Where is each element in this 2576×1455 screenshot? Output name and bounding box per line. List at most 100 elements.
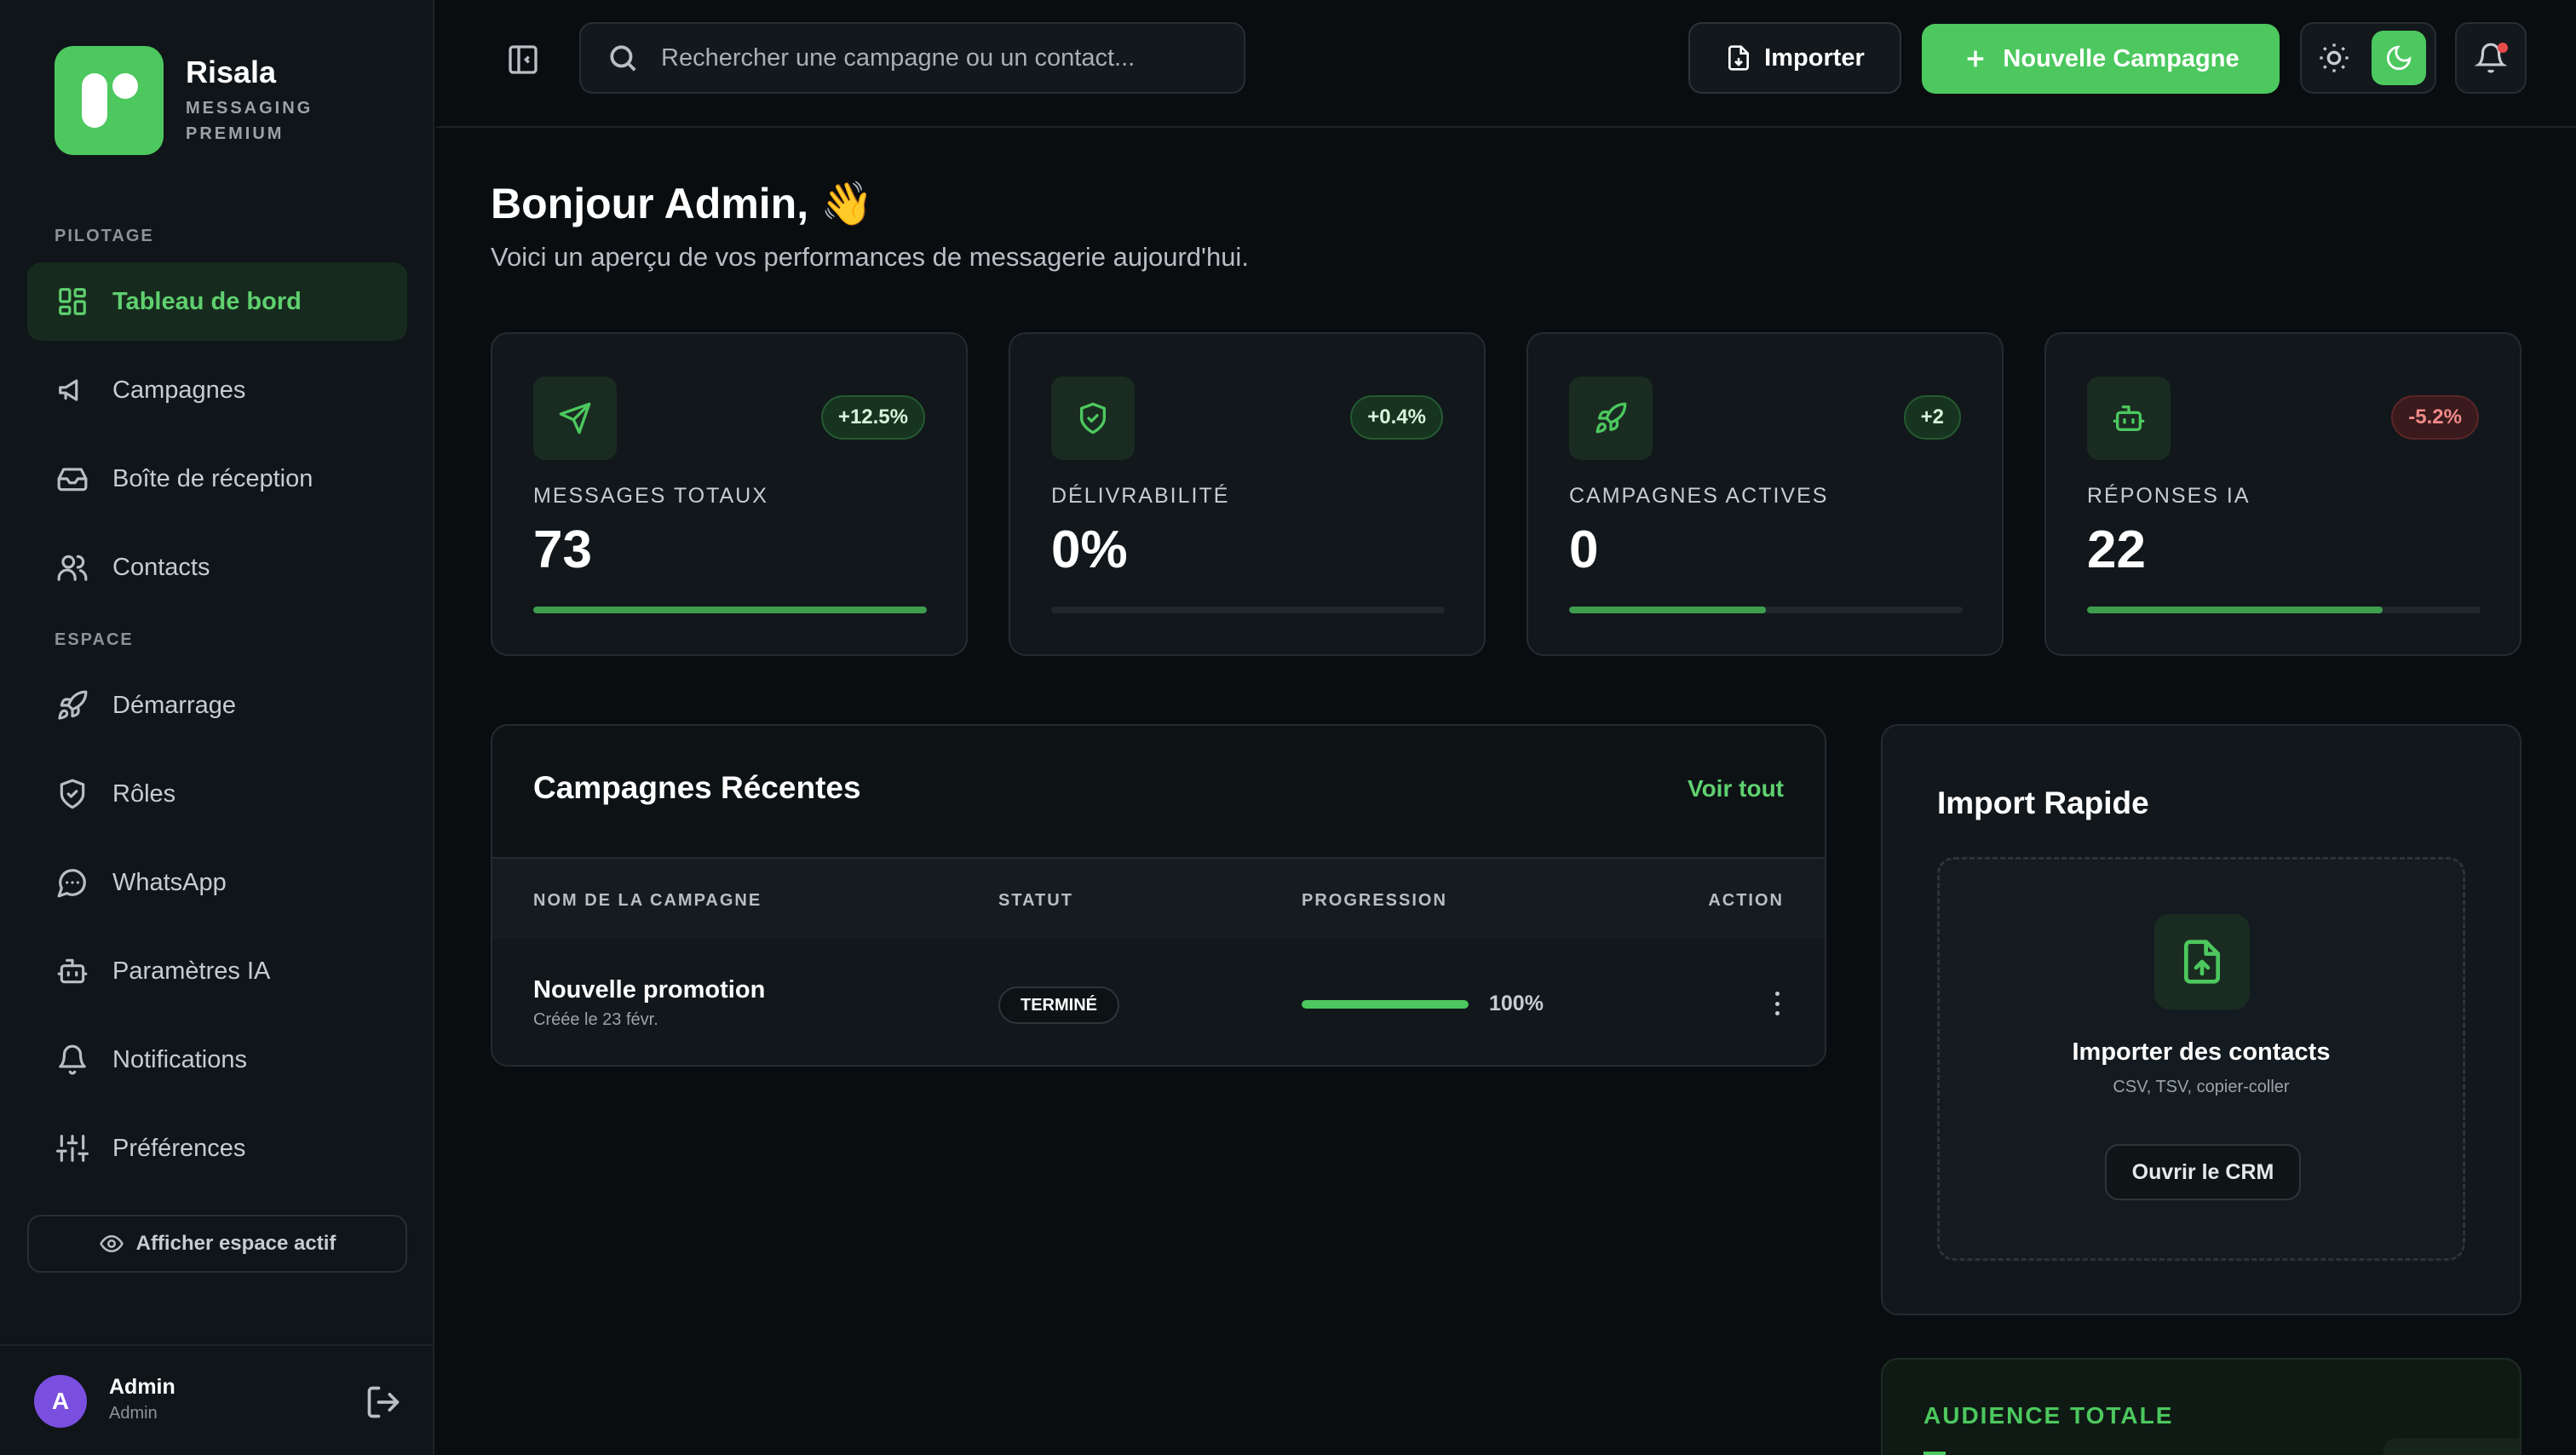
dark-theme-button[interactable] xyxy=(2372,31,2426,85)
quick-import-card: Import Rapide Importer des contacts CSV,… xyxy=(1881,724,2521,1315)
panel-left-icon xyxy=(509,45,538,74)
recent-campaigns-card: Campagnes Récentes Voir tout NOM DE LA C… xyxy=(491,724,1826,1067)
stat-card-messages: +12.5% MESSAGES TOTAUX 73 xyxy=(491,332,968,656)
file-upload-icon xyxy=(2154,914,2250,1009)
plus-icon xyxy=(1968,50,1984,67)
audience-accent-bar xyxy=(1923,1452,1946,1455)
sidebar-item-ai-settings[interactable]: Paramètres IA xyxy=(27,932,407,1010)
avatar[interactable]: A xyxy=(34,1375,87,1428)
sidebar-item-label: WhatsApp xyxy=(112,868,227,896)
stat-delta: +12.5% xyxy=(820,395,925,440)
new-campaign-button[interactable]: Nouvelle Campagne xyxy=(1922,24,2280,94)
column-header-action: ACTION xyxy=(1708,891,1784,910)
import-button[interactable]: Importer xyxy=(1688,22,1901,94)
chat-bubble-icon xyxy=(56,866,89,899)
stat-card-ai-replies: -5.2% RÉPONSES IA 22 xyxy=(2044,332,2521,656)
nav-section-espace: ESPACE xyxy=(55,630,134,649)
bot-icon xyxy=(2087,377,2171,460)
file-import-icon xyxy=(1728,45,1750,71)
campaign-name: Nouvelle promotion xyxy=(533,976,766,1004)
toggle-sidebar-button[interactable] xyxy=(506,43,543,80)
total-audience-label: AUDIENCE TOTALE xyxy=(1923,1402,2174,1429)
shield-icon xyxy=(56,778,89,810)
status-badge: TERMINÉ xyxy=(998,986,1119,1024)
brand[interactable]: Risala MESSAGING PREMIUM xyxy=(55,46,322,155)
stat-delta: -5.2% xyxy=(2391,395,2479,440)
show-active-space-button[interactable]: Afficher espace actif xyxy=(27,1215,407,1273)
brand-logo-icon xyxy=(55,46,164,155)
stat-label: CAMPAGNES ACTIVES xyxy=(1569,484,1829,508)
sidebar-item-label: Contacts xyxy=(112,553,210,581)
rocket-icon xyxy=(1569,377,1653,460)
stat-progress-track xyxy=(2087,607,2481,613)
logout-button[interactable] xyxy=(365,1383,402,1421)
sidebar-item-notifications[interactable]: Notifications xyxy=(27,1021,407,1099)
send-icon xyxy=(533,377,617,460)
stat-label: DÉLIVRABILITÉ xyxy=(1051,484,1230,508)
sidebar-item-campaigns[interactable]: Campagnes xyxy=(27,351,407,429)
campaign-progress-fill xyxy=(1302,1000,1469,1009)
column-header-status[interactable]: STATUT xyxy=(998,891,1073,911)
stat-progress-track xyxy=(533,607,927,613)
search-bar[interactable] xyxy=(579,22,1245,94)
sidebar-item-roles[interactable]: Rôles xyxy=(27,755,407,833)
campaign-created-date: Créée le 23 févr. xyxy=(533,1010,658,1029)
moon-icon xyxy=(2386,45,2412,71)
sidebar-item-whatsapp[interactable]: WhatsApp xyxy=(27,843,407,922)
import-label: Importer xyxy=(1764,43,1865,72)
top-header: Importer Nouvelle Campagne xyxy=(436,0,2576,128)
show-active-space-label: Afficher espace actif xyxy=(135,1232,336,1255)
megaphone-icon xyxy=(56,374,89,406)
table-row[interactable]: Nouvelle promotion Créée le 23 févr. TER… xyxy=(492,939,1825,1065)
column-header-progress[interactable]: PROGRESSION xyxy=(1302,891,1447,911)
table-header: NOM DE LA CAMPAGNE STATUT PROGRESSION AC… xyxy=(492,857,1825,939)
stat-progress-track xyxy=(1051,607,1445,613)
see-all-link[interactable]: Voir tout xyxy=(1688,775,1784,802)
sidebar-item-preferences[interactable]: Préférences xyxy=(27,1109,407,1188)
dashboard-icon xyxy=(56,285,89,318)
user-role: Admin xyxy=(109,1404,158,1423)
logout-icon xyxy=(367,1386,400,1418)
search-input[interactable] xyxy=(661,43,1223,72)
stat-delta: +0.4% xyxy=(1350,395,1443,440)
dropzone-subtitle: CSV, TSV, copier-coller xyxy=(2113,1078,2290,1096)
row-actions-menu-button[interactable] xyxy=(1762,988,1792,1019)
sidebar-item-contacts[interactable]: Contacts xyxy=(27,528,407,607)
sliders-icon xyxy=(56,1132,89,1165)
rocket-icon xyxy=(56,689,89,722)
open-crm-button[interactable]: Ouvrir le CRM xyxy=(2105,1144,2301,1200)
notifications-button[interactable] xyxy=(2455,22,2527,94)
stat-value: 0 xyxy=(1569,520,1599,579)
stat-card-active-campaigns: +2 CAMPAGNES ACTIVES 0 xyxy=(1527,332,2004,656)
brand-name: Risala xyxy=(186,55,277,89)
sun-icon xyxy=(2320,43,2349,72)
sidebar-item-getting-started[interactable]: Démarrage xyxy=(27,666,407,745)
search-icon xyxy=(610,45,636,72)
sidebar-item-label: Démarrage xyxy=(112,691,237,719)
more-vertical-icon xyxy=(1774,992,1780,996)
notification-dot xyxy=(2498,43,2508,53)
sidebar: Risala MESSAGING PREMIUM PILOTAGE Tablea… xyxy=(0,0,434,1455)
import-dropzone[interactable]: Importer des contacts CSV, TSV, copier-c… xyxy=(1937,857,2465,1261)
sidebar-item-label: Paramètres IA xyxy=(112,957,271,985)
stat-progress-fill xyxy=(2087,607,2383,613)
stat-label: RÉPONSES IA xyxy=(2087,484,2251,508)
inbox-icon xyxy=(56,463,89,495)
stat-progress-fill xyxy=(1569,607,1766,613)
shield-check-icon xyxy=(1051,377,1135,460)
sidebar-item-dashboard[interactable]: Tableau de bord xyxy=(27,262,407,341)
bot-icon xyxy=(56,955,89,987)
light-theme-button[interactable] xyxy=(2317,41,2351,75)
user-name: Admin xyxy=(109,1375,175,1399)
stat-value: 0% xyxy=(1051,520,1128,579)
stat-value: 73 xyxy=(533,520,592,579)
stat-card-deliverability: +0.4% DÉLIVRABILITÉ 0% xyxy=(1009,332,1486,656)
stat-label: MESSAGES TOTAUX xyxy=(533,484,768,508)
sidebar-divider xyxy=(0,1344,434,1346)
sidebar-item-label: Boîte de réception xyxy=(112,464,313,492)
users-icon xyxy=(56,551,89,584)
bell-icon xyxy=(56,1044,89,1076)
column-header-name[interactable]: NOM DE LA CAMPAGNE xyxy=(533,891,762,911)
page-subtitle: Voici un aperçu de vos performances de m… xyxy=(491,242,1249,272)
sidebar-item-inbox[interactable]: Boîte de réception xyxy=(27,440,407,518)
